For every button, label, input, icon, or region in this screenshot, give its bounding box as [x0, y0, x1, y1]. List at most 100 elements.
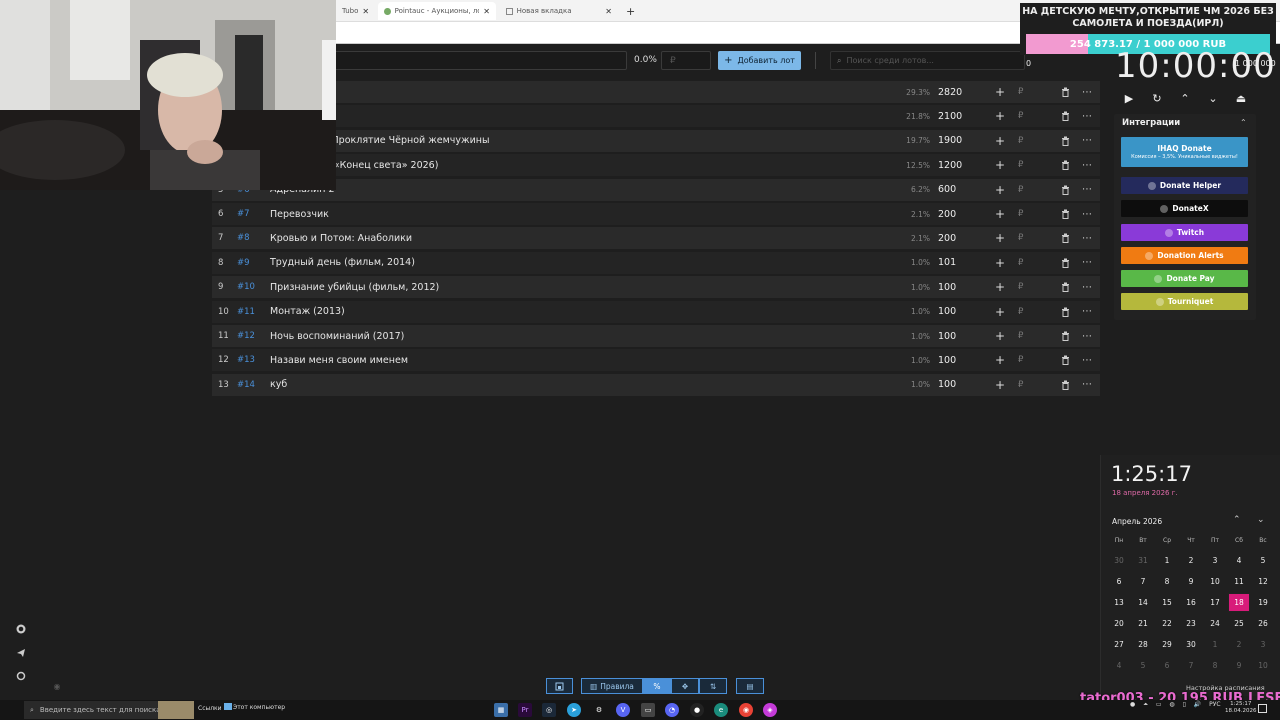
currency-icon[interactable]: ₽: [1018, 307, 1023, 317]
lot-id-link[interactable]: #13: [237, 355, 255, 365]
calendar-month[interactable]: Апрель 2026: [1112, 517, 1162, 526]
github-icon[interactable]: [12, 620, 30, 638]
delete-icon[interactable]: [1061, 258, 1070, 268]
lot-name[interactable]: Признание убийцы (фильм, 2012): [270, 282, 439, 293]
links-toolbar[interactable]: Ссылки: [198, 705, 222, 712]
delete-icon[interactable]: [1061, 282, 1070, 293]
telegram-icon[interactable]: [12, 644, 30, 662]
lot-name[interactable]: Ночь воспоминаний (2017): [270, 331, 404, 342]
lot-name[interactable]: куб: [270, 379, 287, 390]
lot-id-link[interactable]: #8: [237, 233, 250, 243]
calendar-day[interactable]: 10: [1205, 573, 1225, 590]
lot-name[interactable]: Назави меня своим именем: [270, 355, 408, 366]
lot-name-input[interactable]: [330, 51, 627, 70]
lot-name[interactable]: Перевозчик: [270, 209, 329, 220]
telegram-taskbar-icon[interactable]: ➤: [567, 703, 581, 717]
calendar-day[interactable]: 19: [1253, 594, 1273, 611]
add-amount-icon[interactable]: +: [995, 134, 1005, 148]
calendar-day[interactable]: 4: [1109, 657, 1129, 674]
computer-link[interactable]: Этот компьютер: [233, 704, 285, 711]
currency-icon[interactable]: ₽: [1018, 233, 1023, 243]
add-amount-icon[interactable]: +: [995, 109, 1005, 123]
lot-id-link[interactable]: #12: [237, 331, 255, 341]
add-amount-icon[interactable]: +: [995, 85, 1005, 99]
delete-icon[interactable]: [1061, 185, 1070, 195]
lot-id-link[interactable]: #14: [237, 380, 255, 390]
currency-icon[interactable]: ₽: [1018, 160, 1023, 170]
currency-icon[interactable]: ₽: [1018, 355, 1023, 365]
notifications-icon[interactable]: [1258, 704, 1267, 713]
browser-tab-1[interactable]: Tubo ✕: [336, 2, 376, 20]
delete-icon[interactable]: [1061, 111, 1070, 122]
integration-button-twitch[interactable]: Twitch: [1121, 224, 1248, 241]
calendar-prev-icon[interactable]: ⌃: [1233, 515, 1241, 525]
currency-icon[interactable]: ₽: [1018, 209, 1023, 219]
calendar-day[interactable]: 17: [1205, 594, 1225, 611]
currency-icon[interactable]: ₽: [1018, 258, 1023, 268]
more-options-icon[interactable]: ⋯: [1082, 160, 1092, 171]
lot-id-link[interactable]: #9: [237, 258, 250, 268]
calendar-day[interactable]: 30: [1181, 636, 1201, 653]
add-amount-icon[interactable]: +: [995, 207, 1005, 221]
integration-button-tourniquet[interactable]: Tourniquet: [1121, 293, 1248, 310]
windows-start-icon[interactable]: [5, 703, 19, 717]
app-icon[interactable]: ▭: [641, 703, 655, 717]
calendar-day[interactable]: 3: [1253, 636, 1273, 653]
taskbar-clock[interactable]: 1:25:17 18.04.2026: [1225, 701, 1257, 715]
calendar-day[interactable]: 30: [1109, 552, 1129, 569]
save-icon[interactable]: [546, 678, 573, 694]
add-amount-icon[interactable]: +: [995, 231, 1005, 245]
more-options-icon[interactable]: ⋯: [1082, 355, 1092, 366]
currency-icon[interactable]: ₽: [1018, 87, 1023, 97]
delete-icon[interactable]: [1061, 136, 1070, 146]
sort-icon[interactable]: ⇅: [699, 678, 727, 694]
browser-tab-3[interactable]: Новая вкладка ✕: [500, 2, 618, 20]
browser-tab-2[interactable]: Pointauc - Аукционы, лотереи и ✕: [378, 2, 496, 20]
more-options-icon[interactable]: ⋯: [1082, 331, 1092, 342]
integration-button-donate-pay[interactable]: Donate Pay: [1121, 270, 1248, 287]
close-tab-icon[interactable]: ✕: [362, 7, 369, 16]
collapse-chevron-icon[interactable]: ⌃: [1240, 118, 1247, 127]
lot-name[interactable]: Монтаж (2013): [270, 306, 345, 317]
calendar-day[interactable]: 9: [1229, 657, 1249, 674]
more-options-icon[interactable]: ⋯: [1082, 87, 1092, 98]
obs-icon[interactable]: ●: [690, 703, 704, 717]
discord-icon[interactable]: ◔: [665, 703, 679, 717]
lot-id-link[interactable]: #11: [237, 307, 255, 317]
calendar-day[interactable]: 14: [1133, 594, 1153, 611]
delete-icon[interactable]: [1061, 355, 1070, 366]
more-options-icon[interactable]: ⋯: [1082, 379, 1092, 390]
calendar-day[interactable]: 31: [1133, 552, 1153, 569]
add-amount-icon[interactable]: +: [995, 158, 1005, 172]
delete-icon[interactable]: [1061, 380, 1070, 390]
calendar-day[interactable]: 5: [1133, 657, 1153, 674]
new-tab-plus-icon[interactable]: +: [620, 2, 641, 20]
clock-date[interactable]: 18 апреля 2026 г.: [1112, 489, 1178, 497]
calendar-day[interactable]: 2: [1181, 552, 1201, 569]
lot-name[interactable]: Трудный день (фильм, 2014): [270, 257, 415, 268]
more-options-icon[interactable]: ⋯: [1082, 135, 1092, 146]
calendar-day[interactable]: 21: [1133, 615, 1153, 632]
lot-id-link[interactable]: #7: [237, 209, 250, 219]
calendar-day[interactable]: 18: [1228, 593, 1250, 612]
delete-icon[interactable]: [1061, 87, 1070, 97]
delete-icon[interactable]: [1061, 307, 1070, 317]
add-lot-button[interactable]: + Добавить лот: [718, 51, 801, 70]
add-amount-icon[interactable]: +: [995, 183, 1005, 197]
calendar-day[interactable]: 3: [1205, 552, 1225, 569]
calendar-day[interactable]: 15: [1157, 594, 1177, 611]
double-chevron-up-icon[interactable]: ⏏: [1232, 89, 1250, 107]
clear-icon[interactable]: ▤: [736, 678, 764, 694]
reset-icon[interactable]: ↻: [1148, 89, 1166, 107]
integration-button-ihaq-donate[interactable]: IHAQ Donate Комиссия – 3,5%. Уникальные в…: [1121, 137, 1248, 167]
currency-icon[interactable]: ₽: [1018, 282, 1023, 292]
integration-button-donation-alerts[interactable]: Donation Alerts: [1121, 247, 1248, 264]
add-amount-icon[interactable]: +: [995, 329, 1005, 343]
currency-icon[interactable]: ₽: [1018, 380, 1023, 390]
delete-icon[interactable]: [1061, 209, 1070, 219]
calendar-day[interactable]: 22: [1157, 615, 1177, 632]
calendar-day[interactable]: 26: [1253, 615, 1273, 632]
calendar-day[interactable]: 10: [1253, 657, 1273, 674]
edge-icon[interactable]: e: [714, 703, 728, 717]
more-options-icon[interactable]: ⋯: [1082, 306, 1092, 317]
